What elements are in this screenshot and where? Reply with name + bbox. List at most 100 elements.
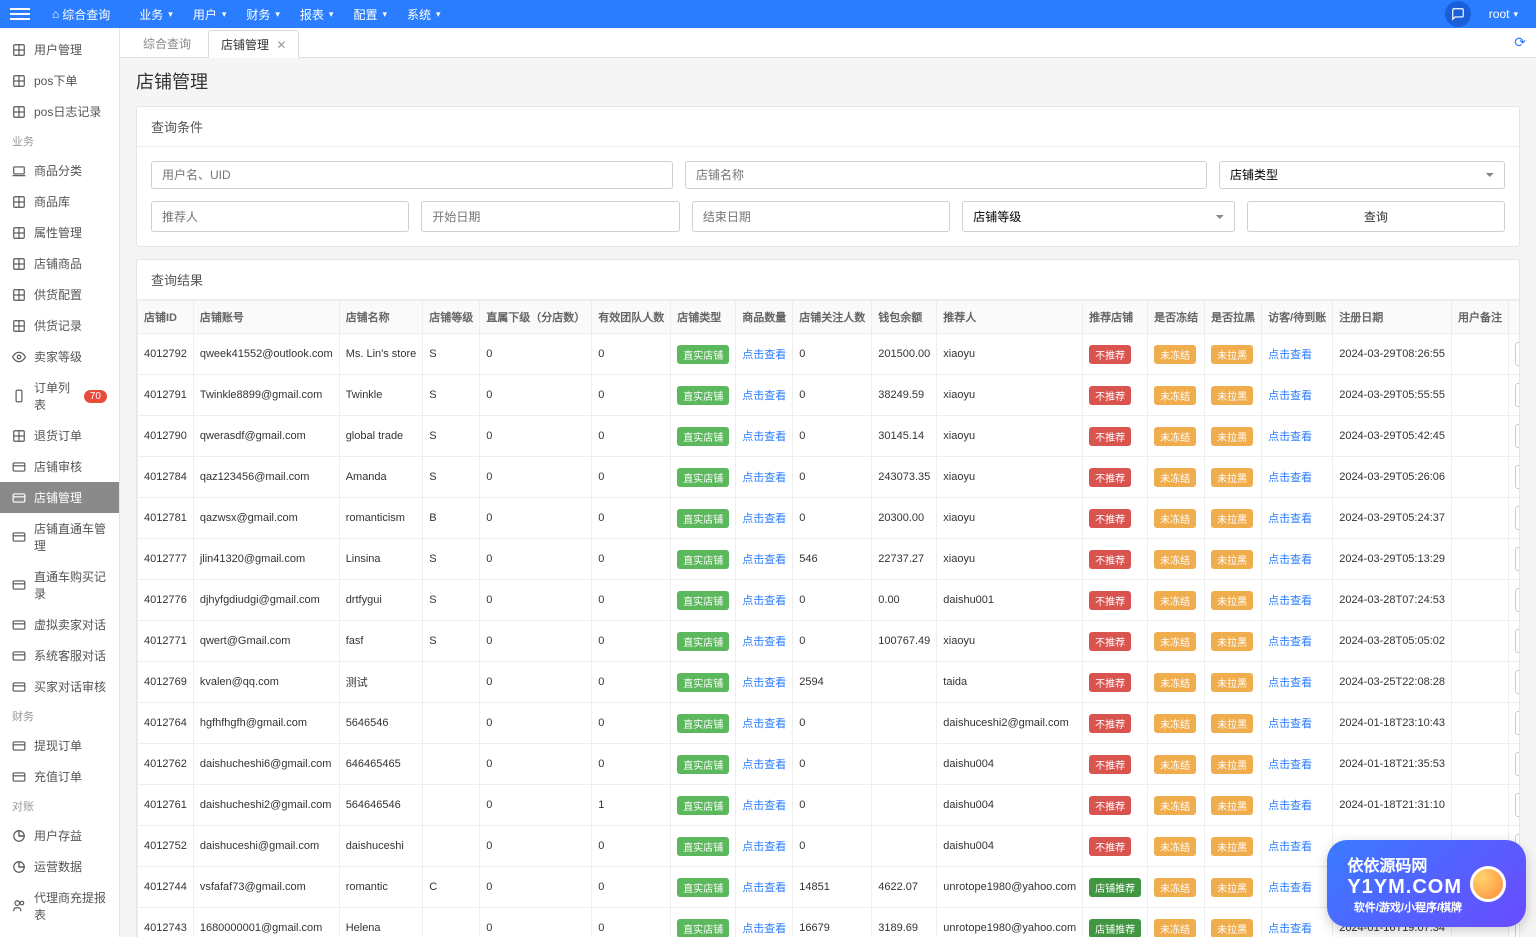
query-button[interactable]: 查询 xyxy=(1247,201,1505,232)
user-dropdown[interactable]: root xyxy=(1481,3,1526,25)
goods-view-link[interactable]: 点击查看 xyxy=(742,882,786,894)
cell xyxy=(1452,703,1509,744)
operate-button[interactable]: 操作 xyxy=(1515,383,1519,407)
operate-button[interactable]: 操作 xyxy=(1515,588,1519,612)
sidebar-item-提现订单[interactable]: 提现订单 xyxy=(0,730,119,761)
promo-banner[interactable]: 依依源码网 Y1YM.COM 软件/游戏/小程序/棋牌 xyxy=(1327,840,1526,927)
cell: 点击查看 xyxy=(1262,334,1333,375)
operate-button[interactable]: 操作 xyxy=(1515,670,1519,694)
top-menu-财务[interactable]: 财务 xyxy=(236,2,290,27)
sidebar-item-pos日志记录[interactable]: pos日志记录 xyxy=(0,96,119,127)
sidebar-item-买家对话审核[interactable]: 买家对话审核 xyxy=(0,671,119,702)
sidebar-item-订单列表[interactable]: 订单列表70 xyxy=(0,372,119,420)
visitor-view-link[interactable]: 点击查看 xyxy=(1268,718,1312,730)
visitor-view-link[interactable]: 点击查看 xyxy=(1268,636,1312,648)
visitor-view-link[interactable]: 点击查看 xyxy=(1268,923,1312,935)
sidebar-item-系统客服对话[interactable]: 系统客服对话 xyxy=(0,640,119,671)
visitor-view-link[interactable]: 点击查看 xyxy=(1268,841,1312,853)
top-home-link[interactable]: ⌂ 综合查询 xyxy=(42,2,125,27)
sidebar-item-运营数据[interactable]: 运营数据 xyxy=(0,851,119,882)
top-menu-报表[interactable]: 报表 xyxy=(290,2,344,27)
refresh-icon[interactable]: ⟳ xyxy=(1514,34,1526,51)
goods-view-link[interactable]: 点击查看 xyxy=(742,923,786,935)
sidebar-item-直通车购买记录[interactable]: 直通车购买记录 xyxy=(0,561,119,609)
goods-view-link[interactable]: 点击查看 xyxy=(742,718,786,730)
shop-level-select[interactable]: 店铺等级 xyxy=(962,201,1234,232)
shopname-input[interactable] xyxy=(685,161,1207,189)
goods-view-link[interactable]: 点击查看 xyxy=(742,841,786,853)
operate-button[interactable]: 操作 xyxy=(1515,711,1519,735)
operate-button[interactable]: 操作 xyxy=(1515,342,1519,366)
goods-view-link[interactable]: 点击查看 xyxy=(742,472,786,484)
tab-shop-manage[interactable]: 店铺管理 ✕ xyxy=(208,30,299,58)
visitor-view-link[interactable]: 点击查看 xyxy=(1268,472,1312,484)
chat-icon[interactable] xyxy=(1445,1,1471,27)
goods-view-link[interactable]: 点击查看 xyxy=(742,390,786,402)
operate-button[interactable]: 操作 xyxy=(1515,465,1519,489)
sidebar-item-商品库[interactable]: 商品库 xyxy=(0,186,119,217)
sidebar-item-店铺商品[interactable]: 店铺商品 xyxy=(0,248,119,279)
end-date-input[interactable] xyxy=(692,201,950,232)
visitor-view-link[interactable]: 点击查看 xyxy=(1268,882,1312,894)
sidebar-item-供货记录[interactable]: 供货记录 xyxy=(0,310,119,341)
operate-button[interactable]: 操作 xyxy=(1515,752,1519,776)
sidebar-item-充值订单[interactable]: 充值订单 xyxy=(0,761,119,792)
operate-button[interactable]: 操作 xyxy=(1515,547,1519,571)
tab-overview[interactable]: 综合查询 xyxy=(130,29,204,57)
visitor-view-link[interactable]: 点击查看 xyxy=(1268,431,1312,443)
goods-view-link[interactable]: 点击查看 xyxy=(742,677,786,689)
top-menu-配置[interactable]: 配置 xyxy=(343,2,397,27)
shop-type-select[interactable]: 店铺类型 xyxy=(1219,161,1505,189)
sidebar-item-退货订单[interactable]: 退货订单 xyxy=(0,420,119,451)
sidebar-item-商品分类[interactable]: 商品分类 xyxy=(0,155,119,186)
table-row: 4012791Twinkle8899@gmail.comTwinkleS00直实… xyxy=(138,375,1520,416)
cell: daishu004 xyxy=(937,785,1083,826)
visitor-view-link[interactable]: 点击查看 xyxy=(1268,677,1312,689)
close-icon[interactable]: ✕ xyxy=(276,38,286,52)
sidebar-item-卖家等级[interactable]: 卖家等级 xyxy=(0,341,119,372)
cell: 3189.69 xyxy=(872,908,937,937)
visitor-view-link[interactable]: 点击查看 xyxy=(1268,595,1312,607)
cell: 点击查看 xyxy=(736,785,793,826)
cell: 0 xyxy=(480,375,592,416)
operate-button[interactable]: 操作 xyxy=(1515,424,1519,448)
sidebar-item-用户存益[interactable]: 用户存益 xyxy=(0,820,119,851)
goods-view-link[interactable]: 点击查看 xyxy=(742,554,786,566)
top-menu-业务[interactable]: 业务 xyxy=(129,2,183,27)
operate-button[interactable]: 操作 xyxy=(1515,506,1519,530)
goods-view-link[interactable]: 点击查看 xyxy=(742,349,786,361)
hamburger-icon[interactable] xyxy=(10,4,30,24)
sidebar-item-供货配置[interactable]: 供货配置 xyxy=(0,279,119,310)
sidebar-item-用户管理[interactable]: 用户管理 xyxy=(0,34,119,65)
visitor-view-link[interactable]: 点击查看 xyxy=(1268,390,1312,402)
goods-view-link[interactable]: 点击查看 xyxy=(742,595,786,607)
visitor-view-link[interactable]: 点击查看 xyxy=(1268,513,1312,525)
sidebar-item-虚拟卖家对话[interactable]: 虚拟卖家对话 xyxy=(0,609,119,640)
sidebar-item-属性管理[interactable]: 属性管理 xyxy=(0,217,119,248)
goods-view-link[interactable]: 点击查看 xyxy=(742,431,786,443)
sidebar-item-店铺管理[interactable]: 店铺管理 xyxy=(0,482,119,513)
visitor-view-link[interactable]: 点击查看 xyxy=(1268,759,1312,771)
sidebar-item-pos下单[interactable]: pos下单 xyxy=(0,65,119,96)
top-menu-用户[interactable]: 用户 xyxy=(183,2,237,27)
visitor-view-link[interactable]: 点击查看 xyxy=(1268,800,1312,812)
goods-view-link[interactable]: 点击查看 xyxy=(742,800,786,812)
visitor-view-link[interactable]: 点击查看 xyxy=(1268,349,1312,361)
cell: S xyxy=(423,375,480,416)
cell: S xyxy=(423,580,480,621)
sidebar-item-店铺直通车管理[interactable]: 店铺直通车管理 xyxy=(0,513,119,561)
goods-view-link[interactable]: 点击查看 xyxy=(742,759,786,771)
goods-view-link[interactable]: 点击查看 xyxy=(742,513,786,525)
cell: daishucheshi6@gmail.com xyxy=(193,744,339,785)
operate-button[interactable]: 操作 xyxy=(1515,629,1519,653)
top-menu-系统[interactable]: 系统 xyxy=(397,2,451,27)
sidebar-item-店铺审核[interactable]: 店铺审核 xyxy=(0,451,119,482)
goods-view-link[interactable]: 点击查看 xyxy=(742,636,786,648)
start-date-input[interactable] xyxy=(421,201,679,232)
operate-button[interactable]: 操作 xyxy=(1515,793,1519,817)
sidebar-item-代理商充提报表[interactable]: 代理商充提报表 xyxy=(0,882,119,930)
username-input[interactable] xyxy=(151,161,673,189)
referrer-input[interactable] xyxy=(151,201,409,232)
visitor-view-link[interactable]: 点击查看 xyxy=(1268,554,1312,566)
sidebar-item-用户报表[interactable]: 用户报表 xyxy=(0,930,119,937)
